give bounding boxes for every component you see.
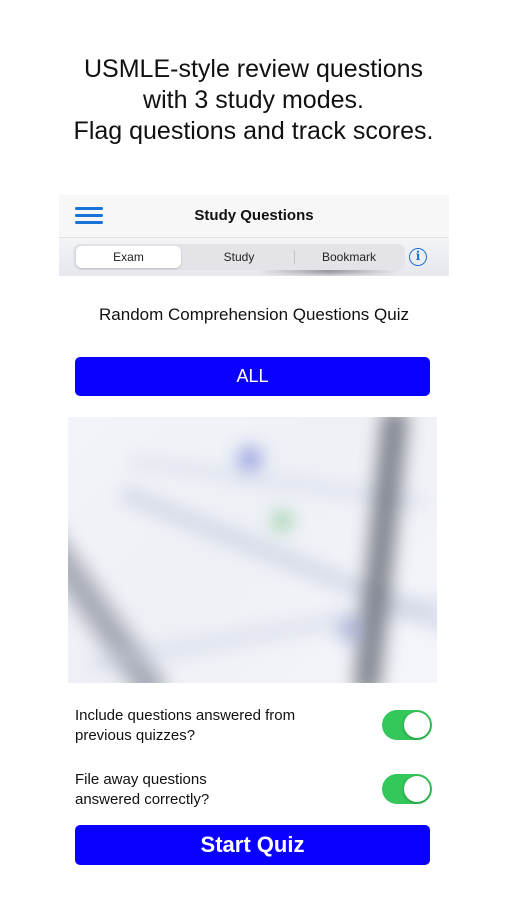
nav-title: Study Questions xyxy=(194,207,314,224)
navigation-bar: Study Questions xyxy=(59,195,449,238)
category-all-button[interactable]: ALL xyxy=(75,357,430,396)
toggle-knob xyxy=(404,712,430,738)
promo-line-3: Flag questions and track scores. xyxy=(73,117,434,145)
start-quiz-button[interactable]: Start Quiz xyxy=(75,825,430,865)
info-circle-icon[interactable]: i xyxy=(409,248,427,266)
include-previous-label: Include questions answered from previous… xyxy=(75,707,296,744)
include-previous-toggle[interactable] xyxy=(382,710,432,740)
include-previous-row: Include questions answered from previous… xyxy=(75,706,432,750)
file-away-label: File away questions answered correctly? xyxy=(75,771,210,808)
file-away-row: File away questions answered correctly? xyxy=(75,770,432,814)
file-away-toggle[interactable] xyxy=(382,774,432,804)
segment-bookmark[interactable]: Bookmark xyxy=(295,246,403,268)
stethoscope-background-image xyxy=(68,417,437,683)
toggle-knob xyxy=(404,776,430,802)
segment-study[interactable]: Study xyxy=(184,246,294,268)
promo-line-2: with 3 study modes. xyxy=(143,86,364,114)
mode-selector-bar: Exam Study Bookmark i xyxy=(59,238,449,276)
promo-line-1: USMLE-style review questions xyxy=(83,55,423,83)
quiz-title: Random Comprehension Questions Quiz xyxy=(99,305,409,324)
mode-segmented-control: Exam Study Bookmark xyxy=(73,244,405,270)
promo-caption: USMLE-style review questions with 3 stud… xyxy=(0,54,507,147)
segment-exam[interactable]: Exam xyxy=(76,246,181,268)
